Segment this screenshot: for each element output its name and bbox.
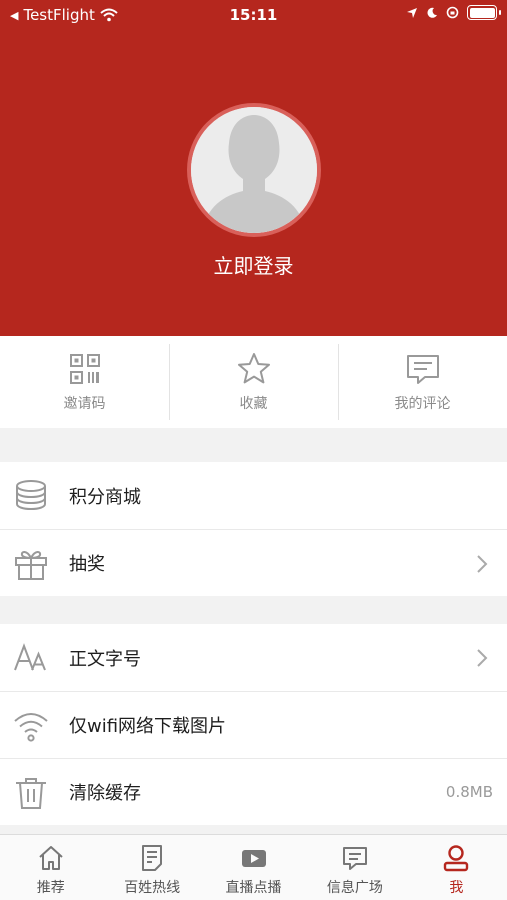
battery-icon <box>467 5 501 20</box>
tab-live-label: 直播点播 <box>225 880 282 896</box>
message-icon <box>342 847 367 870</box>
avatar[interactable] <box>187 103 321 237</box>
login-button[interactable]: 立即登录 <box>0 250 507 279</box>
bottom-tab-bar: 推荐 百姓热线 直播点播 信息广场 我 <box>0 834 507 900</box>
tab-hotline-label: 百姓热线 <box>124 880 181 896</box>
coin-stack-icon <box>16 480 46 511</box>
invite-code-label: 邀请码 <box>63 396 106 412</box>
profile-header: ◀ TestFlight 15:11 立即登录 <box>0 0 507 336</box>
chevron-right-icon <box>477 555 488 573</box>
lottery-item[interactable]: 抽奖 <box>0 529 507 596</box>
font-size-label: 正文字号 <box>69 648 141 670</box>
tab-me-label: 我 <box>449 880 464 896</box>
wifi-only-images-item[interactable]: 仅wifi网络下载图片 <box>0 691 507 758</box>
favorites-label: 收藏 <box>239 396 268 412</box>
tab-live[interactable]: 直播点播 <box>203 835 304 900</box>
favorites-button[interactable]: 收藏 <box>169 336 338 428</box>
default-avatar-icon <box>191 107 317 233</box>
tab-info-square[interactable]: 信息广场 <box>304 835 405 900</box>
tab-info-square-label: 信息广场 <box>326 880 383 896</box>
tab-recommend[interactable]: 推荐 <box>0 835 101 900</box>
clear-cache-item[interactable]: 清除缓存 0.8MB <box>0 758 507 825</box>
tab-recommend-label: 推荐 <box>36 880 65 896</box>
cache-size-value: 0.8MB <box>445 783 493 801</box>
points-mall-item[interactable]: 积分商城 <box>0 462 507 529</box>
rotation-lock-icon <box>446 6 459 19</box>
lottery-label: 抽奖 <box>69 554 105 575</box>
moon-icon <box>427 7 437 18</box>
comment-icon <box>406 355 439 384</box>
home-icon <box>39 846 63 870</box>
status-right <box>406 5 501 20</box>
menu-group-2: 正文字号 仅wifi网络下载图片 清除缓存 0.8MB <box>0 624 507 825</box>
font-size-item[interactable]: 正文字号 <box>0 624 507 691</box>
qr-code-icon <box>69 354 100 384</box>
font-size-icon <box>14 643 46 671</box>
wifi-icon <box>14 713 48 742</box>
invite-code-button[interactable]: 邀请码 <box>0 336 169 428</box>
gift-icon <box>15 551 47 580</box>
menu-group-1: 积分商城 抽奖 <box>0 462 507 596</box>
tab-hotline[interactable]: 百姓热线 <box>101 835 202 900</box>
clear-cache-label: 清除缓存 <box>69 783 141 804</box>
points-mall-label: 积分商城 <box>69 486 141 508</box>
chevron-right-icon <box>477 649 488 667</box>
star-icon <box>237 353 270 384</box>
my-comments-label: 我的评论 <box>394 396 451 412</box>
user-icon <box>444 845 469 872</box>
quick-actions: 邀请码 收藏 我的评论 <box>0 336 507 428</box>
status-bar: ◀ TestFlight 15:11 <box>0 0 507 32</box>
hotline-doc-icon <box>142 845 163 871</box>
tab-me[interactable]: 我 <box>406 835 507 900</box>
my-comments-button[interactable]: 我的评论 <box>338 336 507 428</box>
location-arrow-icon <box>407 7 417 18</box>
trash-icon <box>16 778 46 809</box>
wifi-only-images-label: 仅wifi网络下载图片 <box>69 716 227 737</box>
video-play-icon <box>241 850 266 867</box>
